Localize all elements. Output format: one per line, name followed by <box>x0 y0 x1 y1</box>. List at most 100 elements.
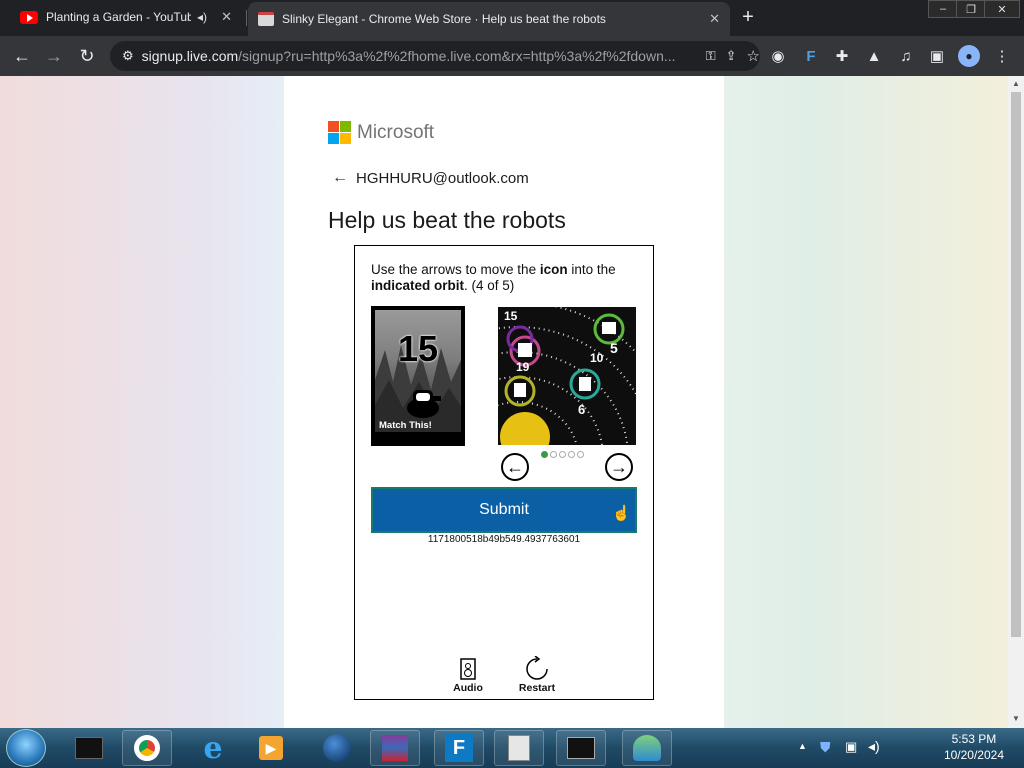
tab-title: Planting a Garden - YouTube <box>46 10 191 24</box>
orbit-number: 19 <box>516 360 530 374</box>
close-window-button[interactable]: ✕ <box>984 0 1020 18</box>
tab-strip: Planting a Garden - YouTube ◂) ✕ Slinky … <box>0 0 1024 36</box>
browser-toolbar: ← → ↻ ⚙ signup.live.com /signup?ru=http%… <box>0 36 1024 76</box>
youtube-icon <box>20 10 38 24</box>
account-email: HGHHURU@outlook.com <box>356 169 529 187</box>
taskbar-app-icon[interactable] <box>64 730 114 766</box>
session-id: 1171800518b49b549.4937763601 <box>427 534 581 545</box>
extension-f-icon[interactable]: F <box>800 45 822 67</box>
taskbar-terminal-icon[interactable] <box>556 730 606 766</box>
puzzle-icon[interactable]: ✚ <box>831 45 853 67</box>
tray-expand-icon[interactable]: ▲ <box>798 741 807 751</box>
audio-label: Audio <box>453 682 483 694</box>
page-title: Help us beat the robots <box>328 207 566 233</box>
clock-time: 5:53 PM <box>951 732 997 746</box>
match-label: Match This! <box>379 420 432 431</box>
url-path: /signup?ru=http%3a%2f%2fhome.live.com&rx… <box>238 48 676 64</box>
restart-control[interactable]: Restart <box>507 656 567 694</box>
microsoft-squares-icon <box>328 121 351 144</box>
kebab-menu-icon[interactable]: ⋮ <box>991 45 1013 67</box>
captcha-frame: Use the arrows to move the icon into the… <box>354 245 654 700</box>
rotate-left-button[interactable]: ← <box>501 453 529 481</box>
progress-dot <box>559 451 566 458</box>
vertical-scrollbar[interactable]: ▲ ▼ <box>1008 76 1024 728</box>
instr-text: Use the arrows to move the <box>371 262 540 277</box>
progress-dot <box>577 451 584 458</box>
progress-dot <box>568 451 575 458</box>
progress-dot <box>550 451 557 458</box>
taskbar-ie-icon[interactable]: e <box>188 730 238 766</box>
tab-divider <box>246 10 247 26</box>
identity-row[interactable]: ← HGHHURU@outlook.com <box>332 169 529 187</box>
scroll-down-icon[interactable]: ▼ <box>1012 714 1020 723</box>
tab-youtube[interactable]: Planting a Garden - YouTube ◂) ✕ <box>12 0 242 34</box>
clock-date: 10/20/2024 <box>943 748 1004 762</box>
tab-active[interactable]: Slinky Elegant - Chrome Web Store · Help… <box>248 2 730 36</box>
extension-icon[interactable]: ◉ <box>767 45 789 67</box>
instr-text: into the <box>567 262 616 277</box>
scroll-up-icon[interactable]: ▲ <box>1012 79 1020 88</box>
back-arrow-icon[interactable]: ← <box>332 169 348 187</box>
signup-card: Microsoft ← HGHHURU@outlook.com Help us … <box>284 76 724 728</box>
taskbar-users-icon[interactable] <box>622 730 672 766</box>
back-button[interactable]: ← <box>10 44 34 68</box>
side-panel-icon[interactable]: ▣ <box>926 45 948 67</box>
hand-cursor-icon: ☝ <box>612 505 631 522</box>
bookmark-star-icon[interactable]: ☆ <box>747 47 760 65</box>
taskbar-f-app-icon[interactable]: F <box>434 730 484 766</box>
password-key-icon[interactable]: ⚿ <box>706 48 716 64</box>
progress-dot <box>541 451 548 458</box>
taskbar-media-icon[interactable]: ▶ <box>246 730 296 766</box>
forward-button[interactable]: → <box>42 44 66 68</box>
microsoft-logo: Microsoft <box>328 121 434 144</box>
tray-network-icon[interactable]: ▣ <box>845 739 857 755</box>
scroll-thumb[interactable] <box>1011 92 1021 637</box>
page-viewport: Microsoft ← HGHHURU@outlook.com Help us … <box>0 76 1008 728</box>
orbit-number: 5 <box>610 340 618 356</box>
media-icon[interactable]: ♫ <box>895 45 917 67</box>
close-tab-icon[interactable]: ✕ <box>709 11 720 27</box>
orbit-number: 10 <box>590 351 604 365</box>
tab-title: Slinky Elegant - Chrome Web Store · Help… <box>282 12 606 26</box>
submit-label: Submit <box>479 501 529 518</box>
reload-button[interactable]: ↻ <box>75 44 99 68</box>
instr-bold-orbit: indicated orbit <box>371 278 465 293</box>
restore-button[interactable]: ❐ <box>956 0 986 18</box>
submit-button[interactable]: Submit ☝ <box>371 487 637 533</box>
target-icon <box>407 390 441 418</box>
orbit-number: 15 <box>504 309 518 323</box>
match-target-image: 15 Match This! <box>371 306 465 446</box>
taskbar-globe-icon[interactable] <box>312 730 362 766</box>
profile-avatar-icon[interactable]: ● <box>958 45 980 67</box>
taskbar-files-icon[interactable] <box>494 730 544 766</box>
minimize-button[interactable]: ‒ <box>928 0 958 18</box>
taskbar-chrome-icon[interactable] <box>122 730 172 766</box>
system-clock[interactable]: 5:53 PM 10/20/2024 <box>944 731 1004 763</box>
start-orb-icon[interactable] <box>6 729 46 767</box>
brand-name: Microsoft <box>357 121 435 143</box>
tray-shield-icon[interactable]: ⛊ <box>820 739 831 756</box>
store-icon <box>258 12 274 26</box>
orbit-number: 6 <box>578 402 586 417</box>
taskbar-archive-icon[interactable] <box>370 730 420 766</box>
url-domain: signup.live.com <box>141 48 239 64</box>
site-info-icon[interactable]: ⚙ <box>122 48 134 64</box>
rotate-right-button[interactable]: → <box>605 453 633 481</box>
restart-icon <box>507 656 567 682</box>
tray-volume-icon[interactable]: ◂) <box>868 738 880 755</box>
speaker-icon[interactable]: ◂) <box>197 10 207 24</box>
address-bar[interactable]: ⚙ signup.live.com /signup?ru=http%3a%2f%… <box>110 41 760 71</box>
orbit-puzzle-image: 15 19 10 5 6 <box>498 307 636 445</box>
orbit-field <box>498 307 636 445</box>
share-icon[interactable]: ⇪ <box>726 48 737 64</box>
instr-bold-icon: icon <box>539 262 568 277</box>
close-tab-icon[interactable]: ✕ <box>221 9 232 25</box>
captcha-instructions: Use the arrows to move the icon into the… <box>371 262 641 294</box>
audio-control[interactable]: Audio <box>438 656 498 694</box>
new-tab-button[interactable]: + <box>738 6 758 29</box>
windows-taskbar: e ▶ F ▲ ⛊ ▣ ◂) 5:53 PM 10/20/2024 <box>0 728 1024 768</box>
flask-icon[interactable]: ▲ <box>863 45 885 67</box>
window-controls: ‒ ❐ ✕ <box>928 0 1020 18</box>
speaker-box-icon <box>438 656 498 682</box>
restart-label: Restart <box>518 682 556 694</box>
